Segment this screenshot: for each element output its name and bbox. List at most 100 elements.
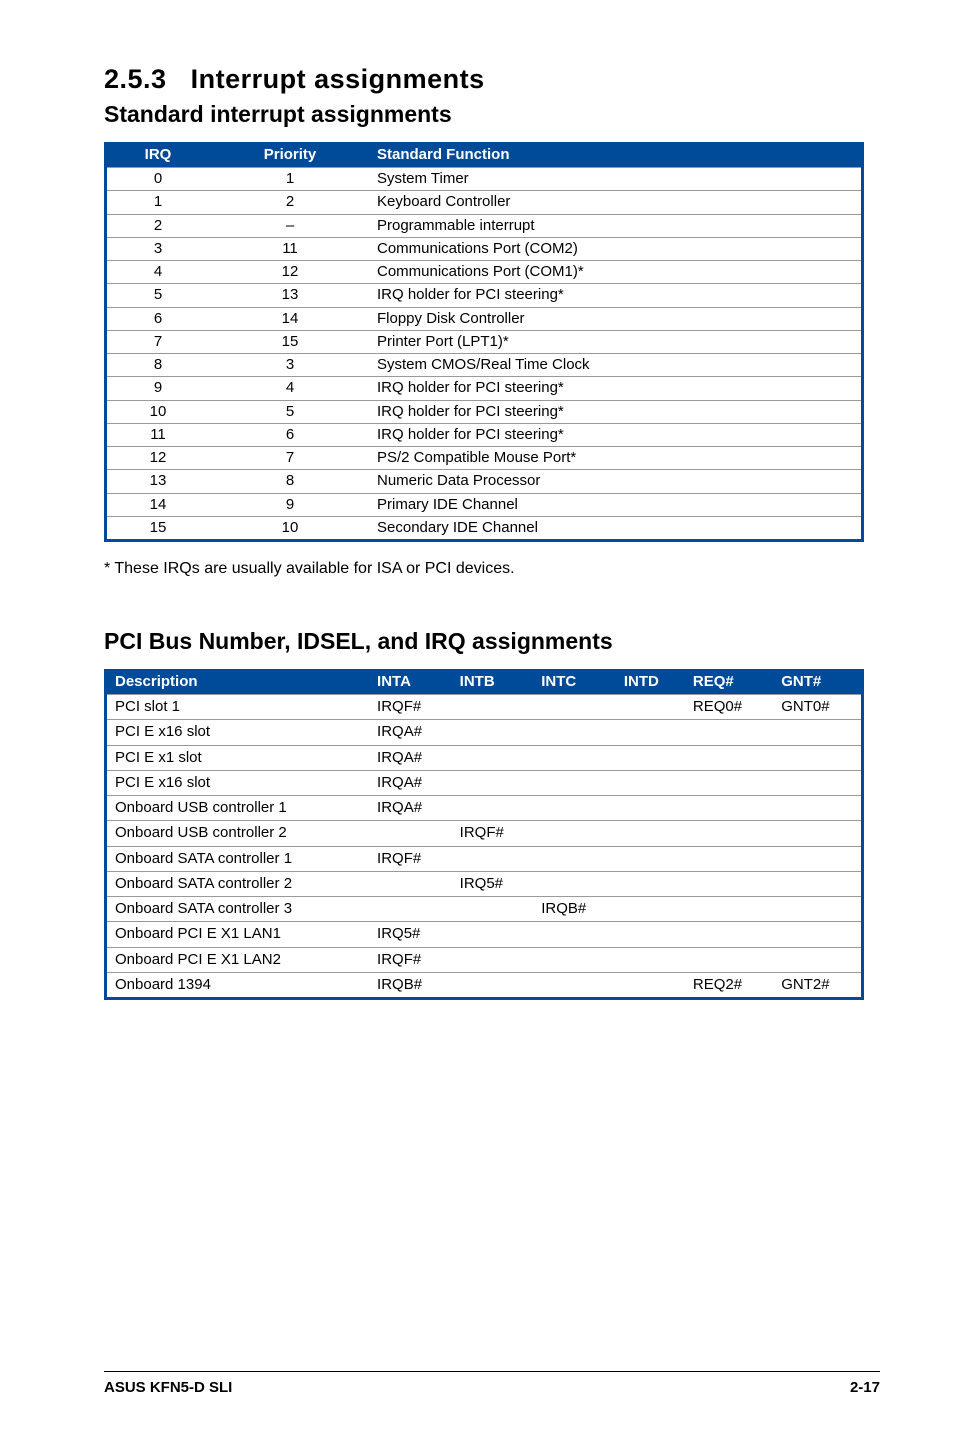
table-cell [773, 796, 862, 821]
t2-h4: INTC [533, 669, 616, 695]
table-cell [533, 922, 616, 947]
table-row: 12Keyboard Controller [106, 191, 863, 214]
table-cell: IRQF# [369, 695, 452, 720]
table-cell: 7 [209, 447, 371, 470]
table-row: Onboard PCI E X1 LAN2IRQF# [106, 947, 863, 972]
table-cell: 12 [106, 447, 210, 470]
table-cell: 9 [106, 377, 210, 400]
table-cell [533, 947, 616, 972]
table-cell: Keyboard Controller [371, 191, 863, 214]
table-cell [616, 720, 685, 745]
table-row: 138Numeric Data Processor [106, 470, 863, 493]
table-cell: 3 [106, 237, 210, 260]
table-cell: 4 [106, 261, 210, 284]
t2-h2: INTA [369, 669, 452, 695]
footer-right: 2-17 [850, 1379, 880, 1396]
table-cell: 2 [209, 191, 371, 214]
table-cell [616, 695, 685, 720]
table-row: 1510Secondary IDE Channel [106, 516, 863, 540]
table-cell [452, 897, 534, 922]
table-cell [452, 922, 534, 947]
table-cell [773, 922, 862, 947]
table-cell [773, 871, 862, 896]
table-cell: Numeric Data Processor [371, 470, 863, 493]
table-cell [533, 720, 616, 745]
table-cell: PS/2 Compatible Mouse Port* [371, 447, 863, 470]
table-cell: IRQ holder for PCI steering* [371, 284, 863, 307]
table-cell: IRQA# [369, 796, 452, 821]
table-cell [533, 695, 616, 720]
table-cell: 13 [209, 284, 371, 307]
table-cell: 11 [106, 423, 210, 446]
table-cell: Onboard PCI E X1 LAN2 [106, 947, 370, 972]
table-cell: 10 [209, 516, 371, 540]
table-cell: IRQ5# [452, 871, 534, 896]
table-row: 83System CMOS/Real Time Clock [106, 354, 863, 377]
table-cell: Communications Port (COM2) [371, 237, 863, 260]
pci-table: Description INTA INTB INTC INTD REQ# GNT… [104, 669, 864, 1000]
table-row: PCI E x16 slotIRQA# [106, 770, 863, 795]
table-cell: Onboard SATA controller 3 [106, 897, 370, 922]
table-row: Onboard USB controller 1IRQA# [106, 796, 863, 821]
table-cell: GNT0# [773, 695, 862, 720]
table-cell [616, 770, 685, 795]
table-row: 105IRQ holder for PCI steering* [106, 400, 863, 423]
table-cell: IRQ holder for PCI steering* [371, 423, 863, 446]
table-cell [773, 770, 862, 795]
table-cell [685, 720, 773, 745]
subheading-2: PCI Bus Number, IDSEL, and IRQ assignmen… [104, 628, 880, 655]
table-cell: 6 [209, 423, 371, 446]
table-cell: 14 [209, 307, 371, 330]
table-row: Onboard SATA controller 1IRQF# [106, 846, 863, 871]
table-cell: 10 [106, 400, 210, 423]
table-cell: GNT2# [773, 972, 862, 998]
table-cell [533, 846, 616, 871]
table-cell: PCI E x1 slot [106, 745, 370, 770]
table-row: Onboard PCI E X1 LAN1IRQ5# [106, 922, 863, 947]
table-cell: 14 [106, 493, 210, 516]
table-cell: Floppy Disk Controller [371, 307, 863, 330]
table-cell [616, 846, 685, 871]
table-cell: 5 [106, 284, 210, 307]
t2-h6: REQ# [685, 669, 773, 695]
table-cell: IRQB# [369, 972, 452, 998]
table-cell [773, 720, 862, 745]
section-number: 2.5.3 [104, 64, 167, 94]
table-cell: Secondary IDE Channel [371, 516, 863, 540]
table-cell: REQ2# [685, 972, 773, 998]
table-cell [616, 897, 685, 922]
table-cell: Primary IDE Channel [371, 493, 863, 516]
table-cell [616, 796, 685, 821]
table-cell [616, 871, 685, 896]
table-cell: Programmable interrupt [371, 214, 863, 237]
table-row: PCI E x1 slotIRQA# [106, 745, 863, 770]
table-cell: 13 [106, 470, 210, 493]
table-cell [533, 770, 616, 795]
table-cell: 8 [106, 354, 210, 377]
table-cell: IRQ holder for PCI steering* [371, 377, 863, 400]
table-cell: 1 [106, 191, 210, 214]
table-cell [369, 821, 452, 846]
table-cell: – [209, 214, 371, 237]
table-cell: 3 [209, 354, 371, 377]
table-row: 127PS/2 Compatible Mouse Port* [106, 447, 863, 470]
table-row: Onboard 1394IRQB#REQ2#GNT2# [106, 972, 863, 998]
table-cell [452, 947, 534, 972]
table-row: PCI E x16 slotIRQA# [106, 720, 863, 745]
table-cell: System CMOS/Real Time Clock [371, 354, 863, 377]
table-cell [533, 796, 616, 821]
subheading-1: Standard interrupt assignments [104, 101, 880, 128]
table-row: 311Communications Port (COM2) [106, 237, 863, 260]
table-cell [533, 745, 616, 770]
table-cell [616, 922, 685, 947]
table-cell: PCI E x16 slot [106, 720, 370, 745]
table-cell [533, 972, 616, 998]
table-cell [773, 821, 862, 846]
footnote: * These IRQs are usually available for I… [104, 560, 880, 578]
table-cell: IRQF# [369, 846, 452, 871]
table-cell: PCI slot 1 [106, 695, 370, 720]
table-row: Onboard SATA controller 2IRQ5# [106, 871, 863, 896]
table-cell [685, 922, 773, 947]
table-row: 149Primary IDE Channel [106, 493, 863, 516]
table-cell [616, 821, 685, 846]
